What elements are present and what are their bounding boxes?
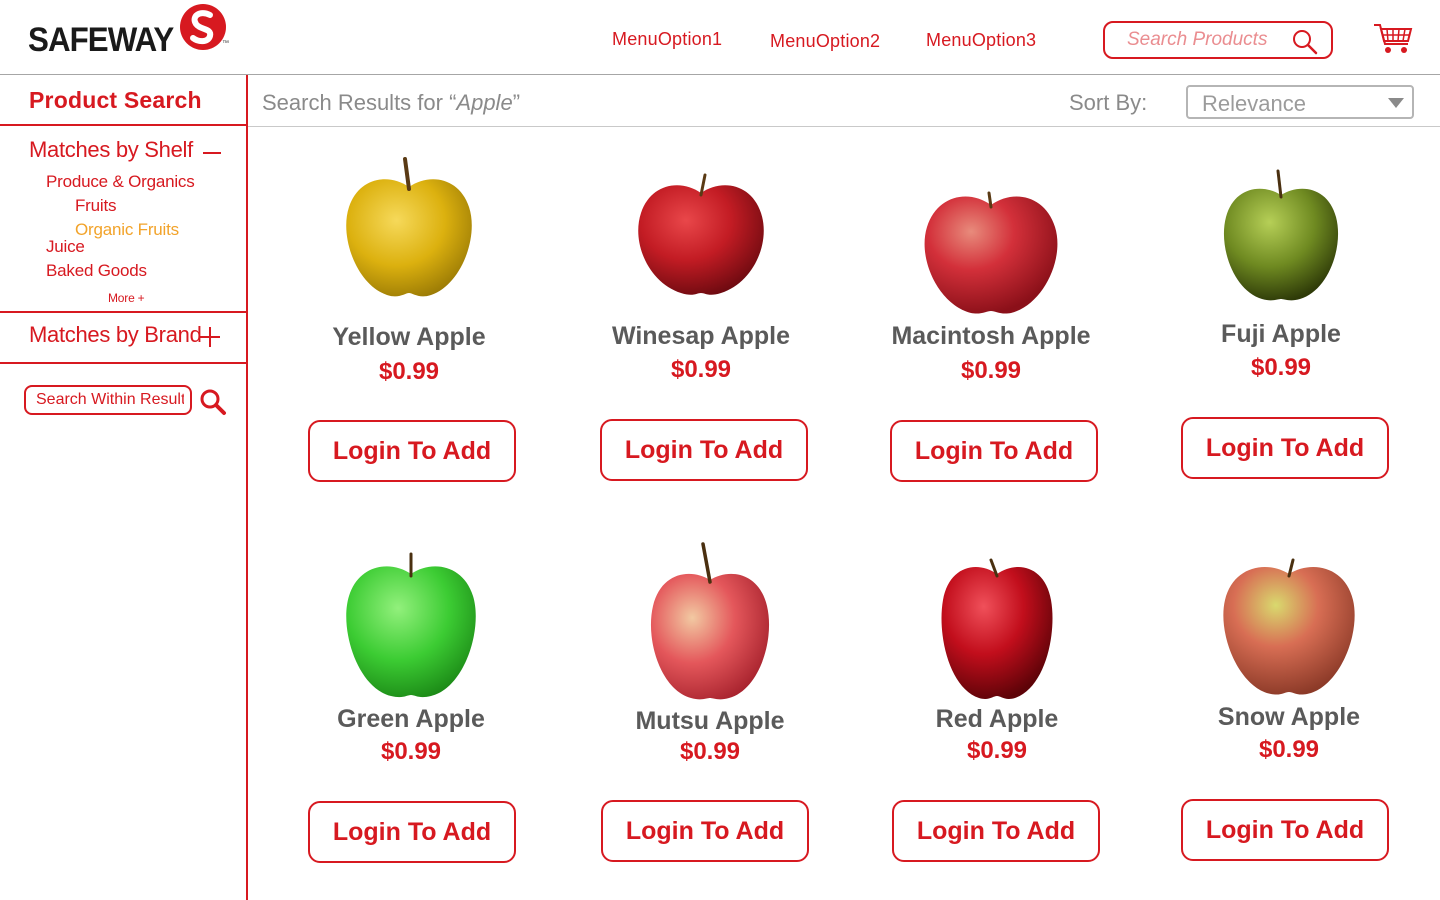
fuji-apple-image[interactable] bbox=[1206, 155, 1356, 305]
login-to-add-button[interactable]: Login To Add bbox=[1181, 799, 1389, 861]
product-search-input[interactable] bbox=[1127, 27, 1287, 53]
product-card: Red Apple $0.99 Login To Add bbox=[872, 538, 1122, 898]
product-card: Green Apple $0.99 Login To Add bbox=[286, 538, 536, 898]
product-price: $0.99 bbox=[1250, 354, 1312, 381]
login-to-add-button[interactable]: Login To Add bbox=[308, 420, 516, 482]
product-search-sidebar: Product Search Matches by Shelf Produce … bbox=[0, 75, 248, 900]
product-name[interactable]: Mutsu Apple bbox=[585, 707, 835, 736]
product-price: $0.99 bbox=[679, 738, 741, 765]
login-to-add-button[interactable]: Login To Add bbox=[892, 800, 1100, 862]
snow-apple-image[interactable] bbox=[1209, 538, 1369, 698]
login-to-add-button[interactable]: Login To Add bbox=[308, 801, 516, 863]
expand-brand-icon[interactable] bbox=[200, 327, 220, 347]
product-name[interactable]: Snow Apple bbox=[1164, 703, 1414, 732]
sidebar-divider bbox=[0, 362, 246, 364]
safeway-s-logo-icon bbox=[180, 4, 226, 50]
product-price: $0.99 bbox=[1258, 736, 1320, 763]
nav-menu-option-1[interactable]: MenuOption1 bbox=[612, 29, 722, 50]
product-price: $0.99 bbox=[670, 356, 732, 383]
shelf-item-produce-organics[interactable]: Produce & Organics bbox=[46, 172, 195, 192]
sidebar-divider bbox=[0, 124, 246, 126]
product-name[interactable]: Winesap Apple bbox=[576, 322, 826, 351]
macintosh-apple-image[interactable] bbox=[911, 155, 1071, 315]
product-name[interactable]: Green Apple bbox=[286, 705, 536, 734]
chevron-down-icon[interactable] bbox=[1388, 98, 1404, 108]
collapse-shelf-icon[interactable] bbox=[203, 152, 221, 154]
nav-menu-option-2[interactable]: MenuOption2 bbox=[770, 31, 880, 52]
product-price: $0.99 bbox=[380, 738, 442, 765]
logo-text: SAFEWAY bbox=[28, 20, 174, 59]
shelf-item-juice[interactable]: Juice bbox=[46, 237, 85, 257]
product-card: Macintosh Apple $0.99 Login To Add bbox=[866, 155, 1116, 515]
shelf-item-baked-goods[interactable]: Baked Goods bbox=[46, 261, 147, 281]
yellow-apple-image[interactable] bbox=[329, 155, 489, 305]
product-card: Yellow Apple $0.99 Login To Add bbox=[284, 155, 534, 515]
product-name[interactable]: Fuji Apple bbox=[1156, 320, 1406, 349]
product-name[interactable]: Red Apple bbox=[872, 705, 1122, 734]
results-prefix: Search Results for “ bbox=[262, 90, 457, 115]
matches-by-shelf-heading[interactable]: Matches by Shelf bbox=[29, 137, 193, 163]
sidebar-divider bbox=[0, 311, 246, 313]
product-name[interactable]: Macintosh Apple bbox=[866, 322, 1116, 351]
search-results-heading: Search Results for “Apple” bbox=[262, 90, 520, 116]
nav-menu-option-3[interactable]: MenuOption3 bbox=[926, 30, 1036, 51]
trademark-mark: ™ bbox=[222, 40, 229, 47]
product-search-box[interactable] bbox=[1103, 21, 1333, 59]
shelf-item-organic-fruits[interactable]: Organic Fruits bbox=[75, 220, 179, 240]
green-apple-image[interactable] bbox=[331, 538, 491, 703]
winesap-apple-image[interactable] bbox=[621, 155, 781, 305]
search-query: Apple bbox=[456, 90, 513, 115]
sort-by-select[interactable]: Relevance bbox=[1186, 85, 1414, 119]
product-card: Snow Apple $0.99 Login To Add bbox=[1164, 538, 1414, 898]
product-price: $0.99 bbox=[960, 357, 1022, 384]
login-to-add-button[interactable]: Login To Add bbox=[600, 419, 808, 481]
mutsu-apple-image[interactable] bbox=[635, 538, 785, 703]
site-header: SAFEWAY ™ MenuOption1 MenuOption2 MenuOp… bbox=[0, 0, 1440, 75]
sidebar-title: Product Search bbox=[29, 87, 202, 113]
product-name[interactable]: Yellow Apple bbox=[284, 323, 534, 352]
cart-icon[interactable] bbox=[1372, 22, 1414, 56]
search-icon[interactable] bbox=[1291, 28, 1319, 56]
matches-by-brand-heading[interactable]: Matches by Brand bbox=[29, 322, 202, 348]
safeway-logo[interactable]: SAFEWAY bbox=[28, 15, 186, 65]
product-card: Fuji Apple $0.99 Login To Add bbox=[1156, 155, 1406, 515]
search-within-results-box[interactable] bbox=[24, 385, 192, 415]
login-to-add-button[interactable]: Login To Add bbox=[601, 800, 809, 862]
search-within-icon[interactable] bbox=[199, 388, 227, 416]
red-apple-image[interactable] bbox=[927, 538, 1067, 703]
shelf-more-link[interactable]: More + bbox=[108, 291, 145, 305]
product-price: $0.99 bbox=[378, 358, 440, 385]
shelf-item-fruits[interactable]: Fruits bbox=[75, 196, 117, 216]
sort-selected-value: Relevance bbox=[1202, 91, 1306, 116]
results-toolbar: Search Results for “Apple” Sort By: Rele… bbox=[248, 75, 1440, 127]
login-to-add-button[interactable]: Login To Add bbox=[1181, 417, 1389, 479]
product-card: Mutsu Apple $0.99 Login To Add bbox=[585, 538, 835, 898]
sort-by-label: Sort By: bbox=[1069, 90, 1148, 115]
login-to-add-button[interactable]: Login To Add bbox=[890, 420, 1098, 482]
product-card: Winesap Apple $0.99 Login To Add bbox=[576, 155, 826, 515]
results-suffix: ” bbox=[512, 90, 521, 115]
product-price: $0.99 bbox=[966, 737, 1028, 764]
search-within-results-input[interactable] bbox=[36, 389, 184, 411]
